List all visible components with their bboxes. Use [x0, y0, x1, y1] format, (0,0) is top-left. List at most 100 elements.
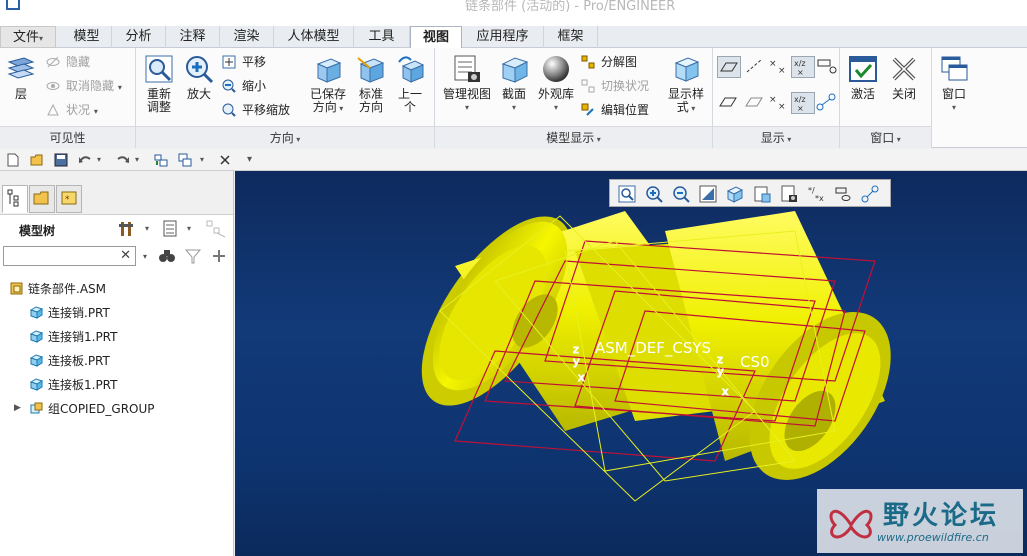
zoom-out-icon — [222, 79, 236, 93]
group-label-show[interactable]: 显示 ▾ — [713, 126, 839, 148]
tab-model-tree[interactable] — [2, 185, 28, 213]
tree-filter-off-icon[interactable] — [205, 219, 227, 239]
chevron-down-icon[interactable]: ▾ — [187, 224, 191, 233]
chevron-down-icon: ▾ — [553, 103, 558, 112]
spin-center-toggle[interactable] — [815, 56, 837, 78]
layers-icon — [6, 54, 36, 84]
chevron-down-icon[interactable]: ▾ — [247, 154, 252, 165]
tab-favorites[interactable]: * — [56, 185, 82, 213]
csys-label[interactable]: CS0 — [740, 353, 770, 371]
pan-button[interactable]: 平移 — [222, 52, 266, 72]
tab-folder-browser[interactable] — [29, 185, 55, 213]
redo-icon[interactable] — [116, 153, 130, 167]
clear-search-icon[interactable]: ✕ — [120, 248, 131, 263]
hide-button[interactable]: 隐藏 — [46, 52, 90, 72]
tree-item-part[interactable]: 连接板1.PRT — [30, 374, 117, 396]
close-window-icon[interactable] — [218, 153, 232, 167]
saved-orientations-button[interactable]: 已保存 方向 ▾ — [306, 54, 350, 115]
tab-tools[interactable]: 工具 — [354, 26, 410, 48]
axis-display-toggle[interactable] — [743, 56, 767, 78]
chevron-down-icon: ▾ — [464, 103, 469, 112]
open-folder-icon[interactable] — [30, 153, 44, 167]
tab-framework[interactable]: 框架 — [544, 26, 598, 48]
forum-watermark: 野火论坛 www.proewildfire.cn — [817, 489, 1023, 553]
group-window: 激活 关闭 窗口 ▾ — [840, 48, 932, 148]
chevron-down-icon[interactable]: ▾ — [200, 155, 204, 164]
tab-file[interactable]: 文件▾ — [0, 26, 56, 48]
tab-manikin[interactable]: 人体模型 — [274, 26, 354, 48]
chevron-down-icon[interactable]: ▾ — [135, 155, 139, 164]
svg-text:×: × — [797, 104, 804, 113]
tab-render[interactable]: 渲染 — [220, 26, 274, 48]
pan-zoom-button[interactable]: 平移缩放 — [222, 100, 290, 120]
new-file-icon[interactable] — [6, 153, 20, 167]
regenerate-icon[interactable] — [154, 153, 168, 167]
tab-model[interactable]: 模型 — [62, 26, 112, 48]
toggle-status-button[interactable]: 切换状况 — [581, 76, 649, 96]
datum-plane-icon — [720, 62, 738, 72]
standard-orientation-button[interactable]: 标准 方向 — [352, 54, 390, 114]
group-label-show-text: 显示 — [760, 131, 785, 145]
graphics-window[interactable]: */*x z y x z y x ASM_DEF_CSYS CS0 野火论坛 w… — [235, 171, 1027, 556]
csys-tag-toggle[interactable]: x/z × — [791, 92, 815, 114]
expand-arrow-icon[interactable]: ▶ — [14, 403, 21, 413]
svg-text:y: y — [717, 365, 724, 378]
chevron-down-icon[interactable]: ▾ — [143, 252, 147, 261]
point-tag-toggle[interactable]: × × — [767, 92, 791, 114]
layer-button[interactable]: 层 — [4, 54, 38, 101]
unhide-button[interactable]: 取消隐藏 ▾ — [46, 76, 122, 96]
edit-position-button[interactable]: 编辑位置 — [581, 100, 649, 120]
previous-view-button[interactable]: 上一 个 — [392, 54, 428, 114]
tab-analysis[interactable]: 分析 — [112, 26, 166, 48]
tab-applications[interactable]: 应用程序 — [462, 26, 544, 48]
section-button[interactable]: 截面 ▾ — [497, 54, 531, 114]
explode-view-button[interactable]: 分解图 — [581, 52, 637, 72]
tree-item-part[interactable]: 连接销1.PRT — [30, 326, 117, 348]
windows-button[interactable]: 窗口 ▾ — [936, 54, 972, 114]
binoculars-icon[interactable] — [158, 247, 176, 265]
chevron-down-icon[interactable]: ▾ — [145, 224, 149, 233]
plane-display-toggle[interactable] — [717, 56, 741, 78]
tree-item-label: 组COPIED_GROUP — [48, 402, 155, 416]
zoom-out-button[interactable]: 缩小 — [222, 76, 266, 96]
activate-button[interactable]: 激活 — [844, 54, 882, 101]
chevron-down-icon: ▾ — [93, 107, 98, 116]
refit-button[interactable]: 重新 调整 — [140, 54, 178, 114]
plane-tag-toggle[interactable] — [717, 92, 741, 114]
chevron-down-icon: ▾ — [688, 104, 696, 113]
display-style-label-2: 式 — [676, 100, 689, 114]
tree-item-group[interactable]: 组COPIED_GROUP — [30, 398, 155, 420]
navigator-tabs: * — [0, 171, 233, 215]
windows-switch-icon[interactable] — [178, 153, 192, 167]
csys-label[interactable]: ASM_DEF_CSYS — [595, 339, 711, 357]
zoom-in-button[interactable]: 放大 — [182, 54, 216, 101]
manage-views-label: 管理视图 — [442, 87, 491, 101]
filter-icon[interactable] — [184, 247, 202, 265]
chevron-down-icon[interactable]: ▾ — [97, 155, 101, 164]
add-icon[interactable] — [210, 247, 228, 265]
manage-views-button[interactable]: 管理视图 ▾ — [439, 54, 495, 114]
group-label-orientation[interactable]: 方向 ▾ — [136, 126, 434, 148]
group-label-window[interactable]: 窗口 ▾ — [840, 126, 931, 148]
status-button[interactable]: 状况 ▾ — [46, 100, 98, 120]
save-icon[interactable] — [54, 153, 68, 167]
tab-annotate[interactable]: 注释 — [166, 26, 220, 48]
tree-settings-icon[interactable] — [118, 219, 138, 239]
axis-tag-toggle[interactable] — [743, 92, 767, 114]
annotation-toggle[interactable] — [815, 92, 837, 114]
show-columns-icon[interactable] — [162, 219, 180, 239]
group-label-visibility: 可见性 — [0, 126, 135, 148]
display-style-button[interactable]: 显示样 式 ▾ — [663, 54, 709, 115]
tab-view[interactable]: 视图 — [410, 26, 462, 49]
activate-label: 激活 — [850, 87, 875, 101]
close-button[interactable]: 关闭 — [886, 54, 922, 101]
undo-icon[interactable] — [78, 153, 92, 167]
tree-item-assembly[interactable]: 链条部件.ASM — [10, 278, 106, 300]
tree-item-part[interactable]: 连接板.PRT — [30, 350, 110, 372]
point-display-toggle[interactable]: × × — [767, 56, 791, 78]
appearance-gallery-button[interactable]: 外观库 ▾ — [535, 54, 577, 114]
group-label-model-display[interactable]: 模型显示 ▾ — [435, 126, 712, 148]
tree-item-part[interactable]: 连接销.PRT — [30, 302, 110, 324]
tree-search-input[interactable]: ✕ — [3, 246, 136, 266]
csys-display-toggle[interactable]: x/z × — [791, 56, 815, 78]
